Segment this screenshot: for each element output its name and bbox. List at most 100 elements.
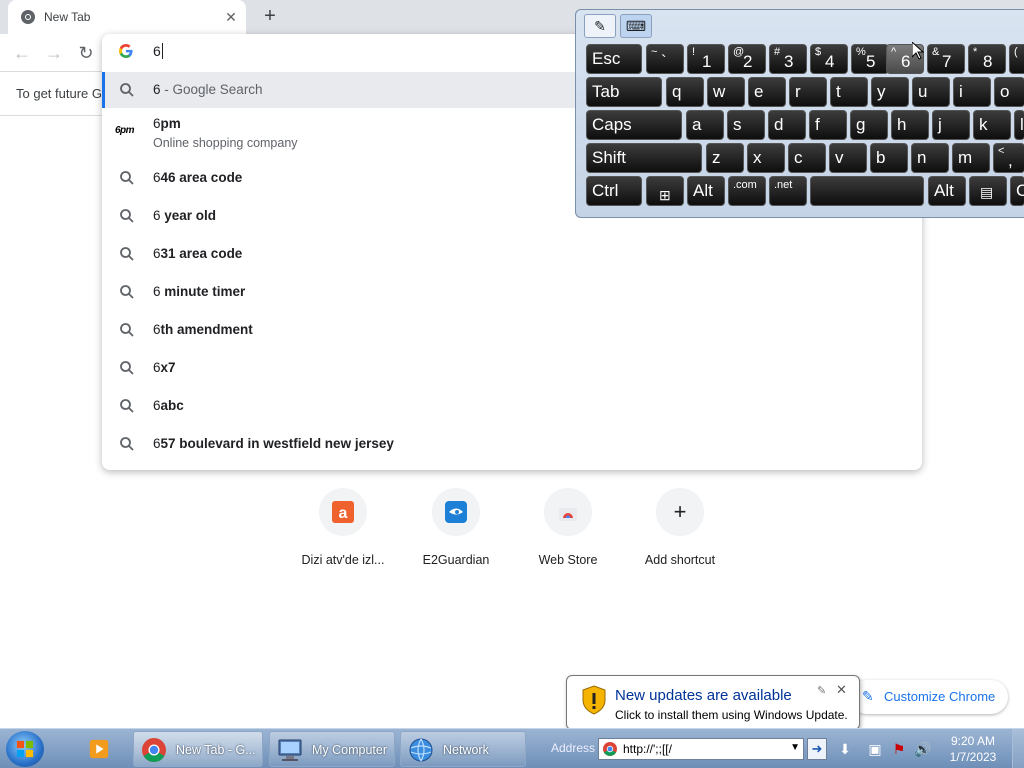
address-toolbar-input[interactable]: http://';;[[/ ▼: [598, 738, 804, 760]
action-center-icon[interactable]: ⚑: [890, 740, 908, 758]
key-x[interactable]: x: [747, 143, 785, 173]
key-shift-label: <: [998, 145, 1005, 157]
key-o[interactable]: o: [994, 77, 1024, 107]
chevron-down-icon[interactable]: ▼: [790, 742, 800, 753]
suggestion-item[interactable]: 6x7: [102, 349, 922, 387]
close-icon[interactable]: ✕: [836, 682, 847, 698]
clock[interactable]: 9:20 AM 1/7/2023: [940, 733, 1006, 765]
key-com[interactable]: .com: [728, 176, 766, 206]
suggestion-item[interactable]: 631 area code: [102, 235, 922, 273]
tab-new-tab[interactable]: New Tab ✕: [8, 0, 246, 34]
media-player-quicklaunch[interactable]: [84, 731, 118, 767]
key-caps[interactable]: Caps: [586, 110, 682, 140]
key-space[interactable]: [810, 176, 924, 206]
key-d[interactable]: d: [768, 110, 806, 140]
key-q[interactable]: q: [666, 77, 704, 107]
key-m[interactable]: m: [952, 143, 990, 173]
key-l[interactable]: l: [1014, 110, 1024, 140]
key-b[interactable]: b: [870, 143, 908, 173]
suggestion-item[interactable]: 6th amendment: [102, 311, 922, 349]
key-shift-label: (: [1014, 46, 1018, 58]
key-8[interactable]: * 8: [968, 44, 1006, 74]
omnibox-text[interactable]: 6: [153, 43, 163, 59]
network-tray-icon[interactable]: ▣: [866, 740, 884, 758]
key-r[interactable]: r: [789, 77, 827, 107]
key-label: n: [917, 148, 927, 167]
search-icon: [120, 247, 134, 261]
key-shift[interactable]: Shift: [586, 143, 702, 173]
key-net[interactable]: .net: [769, 176, 807, 206]
shortcut-add[interactable]: + Add shortcut: [624, 488, 736, 578]
key-a[interactable]: a: [686, 110, 724, 140]
key-u[interactable]: u: [912, 77, 950, 107]
key-2[interactable]: @2: [728, 44, 766, 74]
tab-close-icon[interactable]: ✕: [222, 8, 240, 26]
key-alt[interactable]: Alt: [687, 176, 725, 206]
keyboard-mode-icon[interactable]: ⌨: [620, 14, 652, 38]
key-[interactable]: <,: [993, 143, 1024, 173]
taskbar-item-label: Network: [443, 743, 489, 757]
pin-icon[interactable]: ✎: [817, 684, 826, 697]
reload-icon[interactable]: ↻: [74, 41, 98, 65]
taskbar-item-chrome[interactable]: New Tab - G...: [133, 731, 263, 767]
windows-update-tray-icon[interactable]: ⬇: [836, 740, 854, 758]
start-button[interactable]: [6, 731, 44, 767]
key-label: t: [836, 82, 841, 101]
taskbar-item-network[interactable]: Network: [400, 731, 526, 767]
key-tab[interactable]: Tab: [586, 77, 662, 107]
key-y[interactable]: y: [871, 77, 909, 107]
handwriting-pen-icon[interactable]: ✎: [584, 14, 616, 38]
key-5[interactable]: % 5: [851, 44, 889, 74]
key-t[interactable]: t: [830, 77, 868, 107]
key-h[interactable]: h: [891, 110, 929, 140]
volume-icon[interactable]: 🔊: [914, 740, 932, 758]
key-g[interactable]: g: [850, 110, 888, 140]
key-label: x: [753, 148, 762, 167]
taskbar-item-my-computer[interactable]: My Computer: [269, 731, 395, 767]
go-arrow-button[interactable]: ➜: [807, 738, 827, 760]
key-esc[interactable]: Esc: [586, 44, 642, 74]
key-n[interactable]: n: [911, 143, 949, 173]
forward-icon[interactable]: →: [42, 41, 66, 65]
suggestion-item[interactable]: 6abc: [102, 387, 922, 425]
key-k[interactable]: k: [973, 110, 1011, 140]
pencil-icon: ✎: [862, 688, 874, 704]
show-desktop-button[interactable]: [1012, 729, 1024, 768]
key-7[interactable]: & 7: [927, 44, 965, 74]
key-menu[interactable]: ▤: [969, 176, 1007, 206]
key-alt[interactable]: Alt: [928, 176, 966, 206]
shortcut-webstore[interactable]: Web Store: [512, 488, 624, 578]
key-j[interactable]: j: [932, 110, 970, 140]
key-shift-label: !: [692, 46, 696, 58]
shortcut-atv[interactable]: a Dizi atv'de izl...: [287, 488, 399, 578]
key-[interactable]: (: [1009, 44, 1024, 74]
windows-update-notification[interactable]: New updates are available Click to insta…: [566, 675, 860, 741]
key-v[interactable]: v: [829, 143, 867, 173]
key-1[interactable]: ! 1: [687, 44, 725, 74]
key-w[interactable]: w: [707, 77, 745, 107]
suggestion-item[interactable]: 6 minute timer: [102, 273, 922, 311]
key-f[interactable]: f: [809, 110, 847, 140]
key-shift-label: ~: [651, 46, 658, 58]
key-windows[interactable]: ⊞: [646, 176, 684, 206]
warning-shield-icon: [582, 685, 606, 715]
key-z[interactable]: z: [706, 143, 744, 173]
key-c[interactable]: C: [1010, 176, 1024, 206]
key-label: m: [958, 148, 973, 167]
customize-chrome-button[interactable]: ✎ Customize Chrome: [850, 680, 1008, 714]
key-i[interactable]: i: [953, 77, 991, 107]
customize-label: Customize Chrome: [884, 689, 996, 704]
suggestion-item[interactable]: 657 boulevard in westfield new jersey: [102, 425, 922, 463]
new-tab-button[interactable]: +: [258, 5, 282, 29]
key-ctrl[interactable]: Ctrl: [586, 176, 642, 206]
shortcut-e2guardian[interactable]: E2Guardian: [400, 488, 512, 578]
key-s[interactable]: s: [727, 110, 765, 140]
key-[interactable]: ~ `: [646, 44, 684, 74]
key-3[interactable]: #3: [769, 44, 807, 74]
key-label: ,: [1008, 151, 1013, 170]
key-c[interactable]: c: [788, 143, 826, 173]
key-4[interactable]: $4: [810, 44, 848, 74]
back-icon[interactable]: ←: [10, 41, 34, 65]
key-label: Tab: [592, 82, 620, 101]
key-e[interactable]: e: [748, 77, 786, 107]
